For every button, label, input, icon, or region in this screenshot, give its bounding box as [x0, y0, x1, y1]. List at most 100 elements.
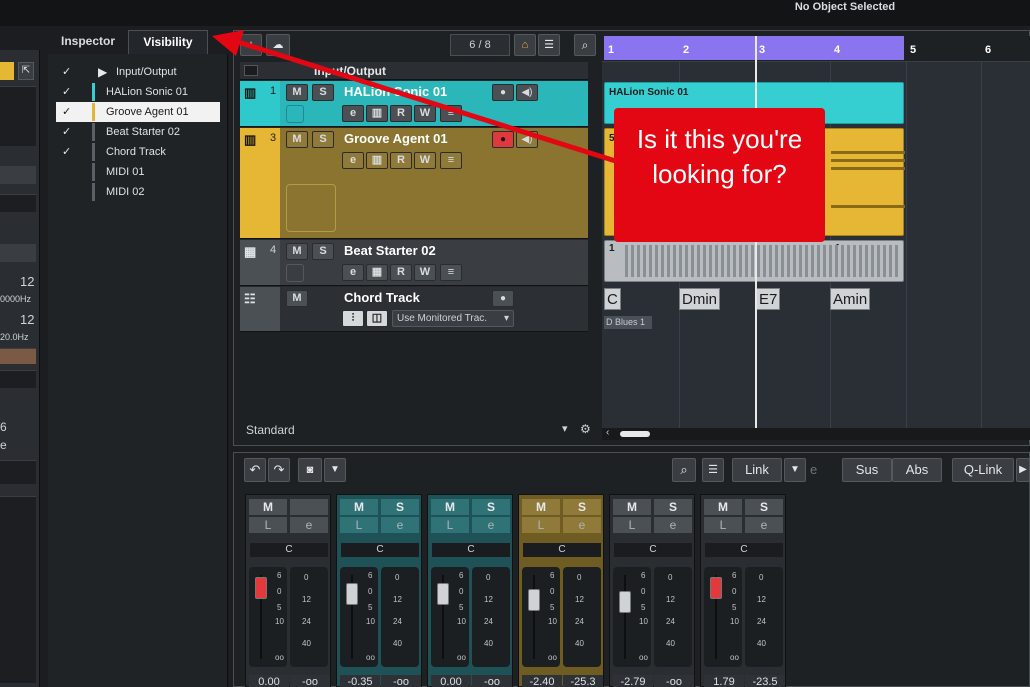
- visibility-row-selected[interactable]: ✓ Groove Agent 01: [56, 102, 220, 122]
- mute-button[interactable]: M: [522, 499, 560, 515]
- monitor-control[interactable]: [0, 244, 36, 262]
- track-beat-starter[interactable]: ▦ 4 M S Beat Starter 02 e ▦ R W ≡: [240, 240, 588, 286]
- search-icon[interactable]: ⌕: [672, 458, 696, 482]
- check-icon[interactable]: ✓: [62, 82, 74, 102]
- record-enable-button[interactable]: ●: [492, 131, 514, 148]
- tab-inspector[interactable]: Inspector: [48, 30, 128, 52]
- listen-button[interactable]: L: [340, 517, 378, 533]
- chevron-down-icon[interactable]: ▼: [784, 458, 806, 482]
- track-halion-sonic[interactable]: ▥ 1 M S HALion Sonic 01 ● ◀) e ▥ R W ≡: [240, 81, 588, 127]
- pan-control[interactable]: C: [432, 543, 510, 557]
- edit-channel-button[interactable]: e: [472, 517, 510, 533]
- peak-value[interactable]: -oo: [381, 675, 421, 687]
- visibility-row[interactable]: MIDI 01: [56, 162, 220, 182]
- volume-fader[interactable]: 6 0 5 10 oo: [249, 567, 287, 667]
- pan-control[interactable]: C: [614, 543, 692, 557]
- scale-event[interactable]: D Blues 1: [604, 316, 652, 329]
- mute-button[interactable]: M: [286, 290, 308, 307]
- pan-control[interactable]: C: [250, 543, 328, 557]
- listen-button[interactable]: L: [522, 517, 560, 533]
- solo-button[interactable]: [290, 499, 328, 515]
- volume-value[interactable]: -2.40: [522, 675, 562, 687]
- q-link-button[interactable]: Q-Link: [952, 458, 1014, 482]
- scrollbar-thumb[interactable]: [620, 431, 650, 437]
- track-preset-label[interactable]: Standard: [246, 423, 295, 437]
- link-button[interactable]: Link: [732, 458, 782, 482]
- volume-fader[interactable]: 6 0 5 10 oo: [613, 567, 651, 667]
- solo-button[interactable]: S: [312, 131, 334, 148]
- chord-event[interactable]: E7: [756, 288, 781, 310]
- mute-button[interactable]: M: [431, 499, 469, 515]
- track-name[interactable]: Chord Track: [344, 290, 420, 305]
- fader-handle[interactable]: [710, 577, 722, 599]
- record-enable-button[interactable]: ●: [492, 290, 514, 307]
- volume-fader[interactable]: 6 0 5 10 oo: [431, 567, 469, 667]
- mute-button[interactable]: M: [340, 499, 378, 515]
- tab-visibility[interactable]: Visibility: [128, 30, 208, 54]
- edit-instrument-button[interactable]: ⇱: [18, 62, 34, 80]
- write-automation-button[interactable]: W: [414, 105, 436, 122]
- redo-icon[interactable]: ↷: [268, 458, 290, 482]
- solo-button[interactable]: S: [745, 499, 783, 515]
- volume-fader[interactable]: 6 0 5 10 oo: [522, 567, 560, 667]
- listen-button[interactable]: L: [431, 517, 469, 533]
- monitor-button[interactable]: ◀): [516, 84, 538, 101]
- edit-channel-button[interactable]: e: [381, 517, 419, 533]
- chord-follow-dropdown[interactable]: Use Monitored Trac. ▾: [392, 310, 514, 327]
- solo-button[interactable]: S: [472, 499, 510, 515]
- visibility-agent-icon[interactable]: ⌂: [514, 34, 536, 56]
- chevron-right-icon[interactable]: ▶: [1016, 458, 1030, 482]
- read-automation-button[interactable]: R: [390, 152, 412, 169]
- peak-value[interactable]: -oo: [290, 675, 330, 687]
- listen-button[interactable]: L: [249, 517, 287, 533]
- solo-button[interactable]: S: [654, 499, 692, 515]
- track-name[interactable]: HALion Sonic 01: [344, 84, 447, 99]
- edit-instrument-button[interactable]: ▦: [366, 264, 388, 281]
- chevron-down-icon[interactable]: ▼: [324, 458, 346, 482]
- track-chord[interactable]: ☷ M Chord Track ● ⫶ ◫ Use Monitored Trac…: [240, 287, 588, 332]
- write-automation-button[interactable]: W: [414, 152, 436, 169]
- mute-button[interactable]: M: [613, 499, 651, 515]
- volume-fader[interactable]: 6 0 5 10 oo: [340, 567, 378, 667]
- chord-editor-icon[interactable]: ⫶: [342, 310, 364, 327]
- peak-value[interactable]: -oo: [654, 675, 694, 687]
- voicing-icon[interactable]: ◫: [366, 310, 388, 327]
- cycle-marker-range[interactable]: [604, 36, 904, 60]
- visibility-row[interactable]: ✓ Beat Starter 02: [56, 122, 220, 142]
- horizontal-scrollbar[interactable]: ‹: [602, 427, 1030, 440]
- absolute-button[interactable]: Abs: [892, 458, 942, 482]
- volume-value[interactable]: 0.00: [249, 675, 289, 687]
- mute-button[interactable]: M: [704, 499, 742, 515]
- edit-channel-button[interactable]: e: [290, 517, 328, 533]
- search-icon[interactable]: ⌕: [574, 34, 596, 56]
- track-picture-slot[interactable]: [286, 105, 304, 123]
- check-icon[interactable]: ✓: [62, 142, 74, 162]
- chord-event[interactable]: C: [604, 288, 621, 310]
- edit-channel-button[interactable]: e: [342, 264, 364, 281]
- check-icon[interactable]: ✓: [62, 62, 74, 82]
- visibility-row[interactable]: ✓ HALion Sonic 01: [56, 82, 220, 102]
- track-name[interactable]: Beat Starter 02: [344, 243, 436, 258]
- edit-icon[interactable]: e: [810, 462, 817, 477]
- monitor-button[interactable]: ◀): [516, 131, 538, 148]
- listen-button[interactable]: L: [704, 517, 742, 533]
- volume-value[interactable]: -0.35: [340, 675, 380, 687]
- visibility-row[interactable]: ✓ ▶ Input/Output: [56, 62, 220, 82]
- chevron-down-icon[interactable]: ▾: [562, 422, 568, 435]
- edit-instrument-button[interactable]: ▥: [366, 152, 388, 169]
- track-picture-slot[interactable]: [286, 264, 304, 282]
- list-icon[interactable]: ☰: [702, 458, 724, 482]
- track-list-icon[interactable]: ☰: [538, 34, 560, 56]
- chord-event[interactable]: Amin: [830, 288, 871, 310]
- gear-icon[interactable]: ⚙: [580, 422, 591, 436]
- track-list-icon[interactable]: ≡: [440, 105, 462, 122]
- suspend-button[interactable]: Sus: [842, 458, 892, 482]
- chord-event[interactable]: Dmin: [679, 288, 721, 310]
- pattern-part-beat[interactable]: 1 1: [604, 240, 904, 282]
- check-icon[interactable]: ✓: [62, 102, 74, 122]
- mute-button[interactable]: M: [286, 243, 308, 260]
- visibility-row[interactable]: MIDI 02: [56, 182, 220, 202]
- add-track-icon[interactable]: +: [240, 34, 262, 56]
- check-icon[interactable]: ✓: [62, 122, 74, 142]
- peak-value[interactable]: -25.3: [563, 675, 603, 687]
